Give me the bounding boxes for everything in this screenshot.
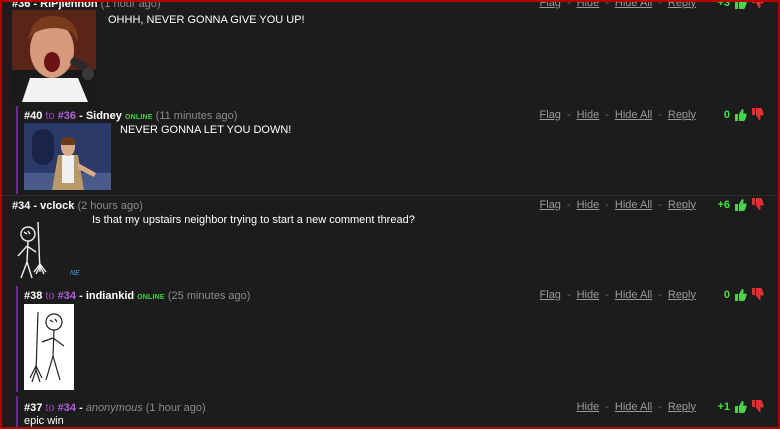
comment-header: #34 - vclock (2 hours ago) [12, 200, 143, 212]
comment-36: #36 - RIPjlennon (1 hour ago) OHHH, NEVE… [2, 0, 778, 106]
hide-link[interactable]: Hide [577, 199, 600, 211]
comment-header: #36 - RIPjlennon (1 hour ago) [12, 0, 161, 10]
thumbs-down-icon[interactable] [751, 108, 764, 121]
comment-header: #40 to #36 - Sidney ONLINE (11 minutes a… [24, 110, 238, 122]
hide-link[interactable]: Hide [577, 289, 600, 301]
hide-all-link[interactable]: Hide All [615, 2, 652, 9]
vote-score: +3 [717, 0, 730, 9]
reply-indicator [16, 286, 18, 392]
reply-link[interactable]: Reply [668, 401, 696, 413]
hide-all-link[interactable]: Hide All [615, 401, 652, 413]
username[interactable]: RIPjlennon [40, 2, 97, 10]
comment-actions: Flag - Hide - Hide All - Reply +3 [540, 0, 764, 9]
reply-indicator [16, 106, 18, 194]
reply-link[interactable]: Reply [668, 109, 696, 121]
comment-text: NEVER GONNA LET YOU DOWN! [120, 124, 292, 136]
hide-link[interactable]: Hide [577, 401, 600, 413]
timestamp: (25 minutes ago) [167, 290, 251, 302]
timestamp: (1 hour ago) [100, 0, 161, 10]
avatar-signature: NE [70, 270, 80, 277]
comment-number: #38 [24, 290, 43, 302]
hide-all-link[interactable]: Hide All [615, 289, 652, 301]
thumbs-up-icon[interactable] [734, 108, 747, 121]
comment-number: #37 [24, 402, 43, 414]
thumbs-up-icon[interactable] [734, 288, 747, 301]
comment-40: #40 to #36 - Sidney ONLINE (11 minutes a… [16, 106, 778, 194]
reply-link[interactable]: Reply [668, 2, 696, 9]
timestamp: (11 minutes ago) [155, 110, 238, 122]
vote-score: 0 [723, 108, 730, 121]
timestamp: (2 hours ago) [77, 200, 143, 212]
flag-link[interactable]: Flag [540, 289, 561, 301]
comment-header: #38 to #34 - indiankid ONLINE (25 minute… [24, 290, 251, 302]
username[interactable]: Sidney [86, 110, 122, 122]
comment-text: epic win [24, 415, 64, 427]
thumbs-down-icon[interactable] [751, 288, 764, 301]
flag-link[interactable]: Flag [540, 109, 561, 121]
comment-actions: Flag - Hide - Hide All - Reply +6 [540, 198, 764, 211]
comment-header: #37 to #34 - anonymous (1 hour ago) [24, 402, 206, 414]
timestamp: (1 hour ago) [145, 402, 206, 414]
thumbs-down-icon[interactable] [751, 2, 764, 9]
hide-link[interactable]: Hide [577, 2, 600, 9]
comment-37: #37 to #34 - anonymous (1 hour ago) epic… [16, 396, 778, 427]
parent-link[interactable]: #34 [58, 402, 76, 414]
comment-38: #38 to #34 - indiankid ONLINE (25 minute… [16, 286, 778, 392]
parent-link[interactable]: #34 [58, 290, 76, 302]
thumbs-up-icon[interactable] [734, 2, 747, 9]
comment-34: #34 - vclock (2 hours ago) NE Is that my… [2, 196, 778, 284]
comment-actions: Hide - Hide All - Reply +1 [577, 400, 764, 413]
online-badge: ONLINE [124, 114, 153, 121]
online-badge: ONLINE [137, 294, 165, 301]
comment-number: #40 [24, 110, 43, 122]
reply-link[interactable]: Reply [668, 289, 696, 301]
flag-link[interactable]: Flag [540, 199, 561, 211]
comments-panel: #36 - RIPjlennon (1 hour ago) OHHH, NEVE… [0, 0, 780, 429]
flag-link[interactable]: Flag [540, 2, 561, 9]
avatar[interactable] [12, 10, 96, 102]
username[interactable]: vclock [40, 200, 74, 212]
hide-all-link[interactable]: Hide All [615, 109, 652, 121]
thumbs-down-icon[interactable] [751, 198, 764, 211]
comment-number: #36 [12, 0, 31, 10]
hide-all-link[interactable]: Hide All [615, 199, 652, 211]
avatar[interactable] [24, 123, 111, 190]
thumbs-up-icon[interactable] [734, 198, 747, 211]
reply-link[interactable]: Reply [668, 199, 696, 211]
thumbs-up-icon[interactable] [734, 400, 747, 413]
comment-text: Is that my upstairs neighbor trying to s… [92, 214, 415, 226]
comment-number: #34 [12, 200, 31, 212]
comment-actions: Flag - Hide - Hide All - Reply 0 [540, 108, 764, 121]
vote-score: +1 [717, 400, 730, 413]
comment-text: OHHH, NEVER GONNA GIVE YOU UP! [108, 14, 305, 26]
thumbs-down-icon[interactable] [751, 400, 764, 413]
avatar[interactable]: NE [12, 216, 92, 284]
username[interactable]: indiankid [86, 290, 134, 302]
comment-actions: Flag - Hide - Hide All - Reply 0 [540, 288, 764, 301]
avatar[interactable] [24, 304, 74, 390]
parent-link[interactable]: #36 [58, 110, 76, 122]
reply-indicator [16, 396, 18, 427]
username: anonymous [85, 402, 143, 414]
vote-score: 0 [723, 288, 730, 301]
hide-link[interactable]: Hide [577, 109, 600, 121]
vote-score: +6 [717, 198, 730, 211]
